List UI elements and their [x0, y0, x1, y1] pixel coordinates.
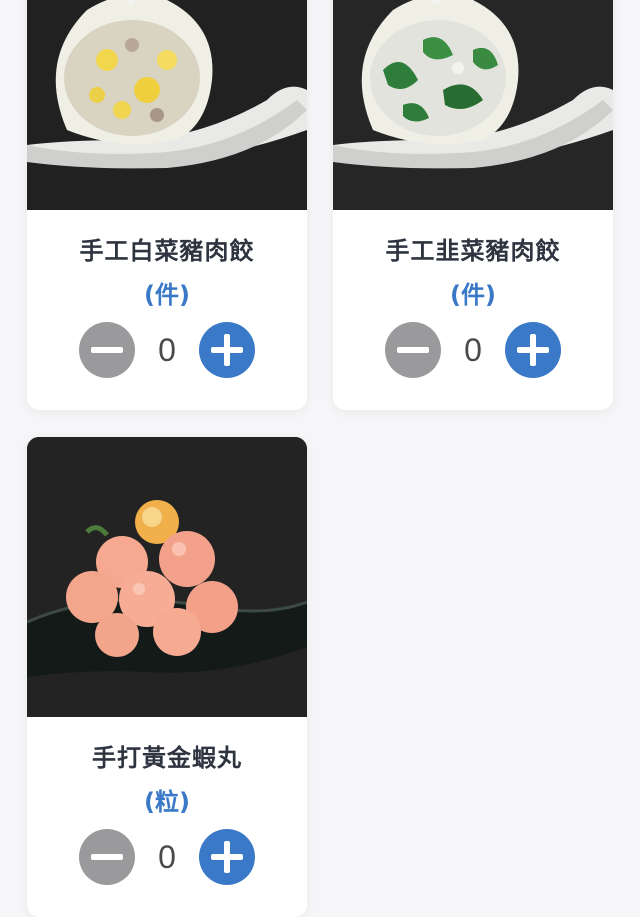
quantity-value: 0: [158, 838, 176, 875]
dumpling-cabbage-pork-image: [27, 0, 307, 210]
product-name: 手打黃金蝦丸: [92, 744, 242, 772]
product-unit: (件): [450, 281, 496, 309]
quantity-value: 0: [158, 331, 176, 368]
product-info: 手工韭菜豬肉餃 (件) 0: [333, 236, 613, 378]
dumpling-chive-pork-image: [333, 0, 613, 210]
minus-circle-icon[interactable]: [385, 322, 441, 378]
quantity-stepper: 0: [27, 829, 307, 885]
product-unit: (粒): [144, 788, 190, 816]
plus-circle-icon[interactable]: [199, 829, 255, 885]
product-card: 手工白菜豬肉餃 (件) 0: [27, 0, 307, 410]
plus-circle-icon[interactable]: [505, 322, 561, 378]
product-card: 手工韭菜豬肉餃 (件) 0: [333, 0, 613, 410]
quantity-stepper: 0: [27, 322, 307, 378]
golden-shrimp-balls-image: [27, 437, 307, 717]
minus-circle-icon[interactable]: [79, 829, 135, 885]
product-card: 手打黃金蝦丸 (粒) 0: [27, 437, 307, 917]
minus-circle-icon[interactable]: [79, 322, 135, 378]
product-name: 手工韭菜豬肉餃: [385, 237, 561, 265]
quantity-stepper: 0: [333, 322, 613, 378]
product-info: 手工白菜豬肉餃 (件) 0: [27, 236, 307, 378]
product-name: 手工白菜豬肉餃: [79, 237, 255, 265]
product-unit: (件): [144, 281, 190, 309]
quantity-value: 0: [464, 331, 482, 368]
product-info: 手打黃金蝦丸 (粒) 0: [27, 743, 307, 885]
plus-circle-icon[interactable]: [199, 322, 255, 378]
